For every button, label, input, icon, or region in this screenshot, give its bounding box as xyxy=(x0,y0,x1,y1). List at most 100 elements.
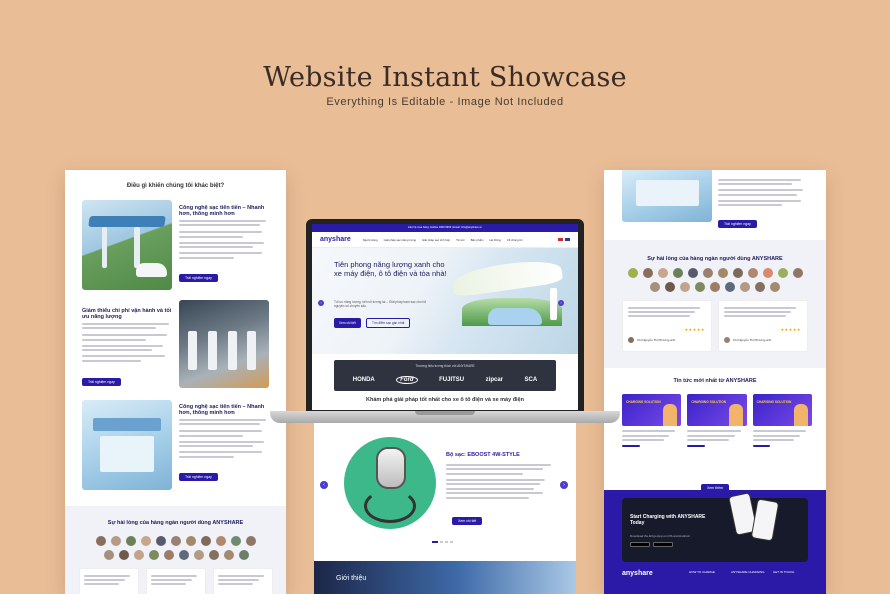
avatar xyxy=(171,536,181,546)
avatar xyxy=(103,550,114,560)
avatar-grid xyxy=(89,536,263,560)
nav-item[interactable]: Giải pháp sạc tích hợp xyxy=(422,238,450,242)
avatar xyxy=(747,268,758,278)
carousel-dot[interactable] xyxy=(432,541,438,543)
laptop-screen: Liên hệ mua hàng: Hotline 1800 6999 | Em… xyxy=(312,224,578,410)
hero-prev-arrow[interactable]: ‹ xyxy=(318,300,324,306)
reviewer-name: Chị Nguyễn Thị Phương anh xyxy=(637,338,676,342)
next-arrow[interactable]: › xyxy=(560,481,568,489)
avatar xyxy=(186,536,196,546)
avatar xyxy=(657,268,668,278)
avatar xyxy=(96,536,106,546)
site-logo[interactable]: anyshare xyxy=(320,236,351,243)
feature2-button[interactable]: Trải nghiệm ngay xyxy=(82,377,121,386)
carousel-dot[interactable] xyxy=(440,541,443,543)
nav-item[interactable]: Người dùng xyxy=(363,238,378,242)
avatar xyxy=(717,268,728,278)
right-page-preview: Trải nghiệm ngay Sự hài lòng của hàng ng… xyxy=(604,170,826,594)
avatar xyxy=(208,550,219,560)
product-button[interactable]: Xem chi tiết xyxy=(452,517,483,525)
feature2-title: Giảm thiểu chi phí vận hành và tối ưu nă… xyxy=(82,308,172,320)
partner-logo: HONDA xyxy=(352,377,375,383)
carousel-dots xyxy=(432,541,453,543)
avatar xyxy=(665,282,675,292)
nav-item[interactable]: Giải pháp sạc năng lượng xyxy=(384,238,416,242)
avatar xyxy=(111,536,121,546)
partner-logo: FUJITSU xyxy=(439,377,465,383)
feature1-button[interactable]: Trải nghiệm ngay xyxy=(179,273,218,282)
left-reviews-heading: Sự hài lòng của hàng ngàn người dùng ANY… xyxy=(107,520,244,526)
carousel-dot[interactable] xyxy=(445,541,448,543)
avatar xyxy=(710,282,720,292)
news-image: CHARGING SOLUTION xyxy=(687,394,747,426)
avatar-grid xyxy=(624,268,806,292)
charger-image xyxy=(376,447,406,489)
news-image: CHARGING SOLUTION xyxy=(622,394,682,426)
app-banner: Start Charging with ANYSHARE Today Downl… xyxy=(622,492,808,562)
news-card-label: CHARGING SOLUTION xyxy=(691,400,727,404)
top-announcement-bar: Liên hệ mua hàng: Hotline 1800 6999 | Em… xyxy=(312,224,578,232)
partners-strip: Thương hiệu tương thích với ANYSHARE HON… xyxy=(334,360,556,391)
google-play-badge[interactable] xyxy=(653,542,673,547)
avatar xyxy=(702,268,713,278)
avatar xyxy=(650,282,660,292)
solar-station-image xyxy=(82,400,172,490)
avatar xyxy=(755,282,765,292)
app-store-badge[interactable] xyxy=(630,542,650,547)
prev-arrow[interactable]: ‹ xyxy=(320,481,328,489)
avatar xyxy=(672,268,683,278)
news-card[interactable]: CHARGING SOLUTION xyxy=(622,394,682,447)
nav-item[interactable]: Về chúng tôi xyxy=(507,238,523,242)
showcase-subtitle: Everything Is Editable - Image Not Inclu… xyxy=(326,96,564,108)
right-reviews-heading: Sự hài lòng của hàng ngàn người dùng ANY… xyxy=(647,256,783,262)
left-heading: Điều gì khiến chúng tôi khác biệt? xyxy=(126,183,225,189)
center-page-continuation: ‹ › Bộ sạc: EBOOST 4W-STYLE Xem chi tiết… xyxy=(314,423,576,594)
avatar xyxy=(118,550,129,560)
hero-next-arrow[interactable]: › xyxy=(558,300,564,306)
avatar xyxy=(680,282,690,292)
avatar xyxy=(126,536,136,546)
carousel-dot[interactable] xyxy=(450,541,453,543)
reviewer-name: Chị Nguyễn Thị Phương anh xyxy=(733,338,772,342)
news-card[interactable]: CHARGING SOLUTION xyxy=(752,394,812,447)
hero-title: Tiên phong năng lượng xanh cho xe máy đi… xyxy=(334,260,447,279)
product-description xyxy=(446,461,556,499)
partner-logo: zipcar xyxy=(485,377,503,383)
app-title: Start Charging with ANYSHARE Today xyxy=(630,514,706,526)
app-text: Download the EVgo App on iOS and Android xyxy=(630,534,690,538)
avatar xyxy=(695,282,705,292)
feature2-block: Giảm thiểu chi phí vận hành và tối ưu nă… xyxy=(82,308,174,388)
flag-uk-icon[interactable] xyxy=(565,238,570,241)
station-image-top xyxy=(622,170,712,222)
avatar xyxy=(792,268,803,278)
left-reviews-section: Sự hài lòng của hàng ngàn người dùng ANY… xyxy=(65,506,286,594)
hero-primary-button[interactable]: Xem chi tiết xyxy=(334,318,361,328)
footer-logo: anyshare xyxy=(622,570,653,577)
avatar xyxy=(216,536,226,546)
ev-station-image xyxy=(82,200,172,290)
feature3-button[interactable]: Trải nghiệm ngay xyxy=(179,472,218,481)
hero-text: Tối ưu năng lượng, kết nối tương lai – G… xyxy=(334,300,427,308)
avatar xyxy=(762,268,773,278)
avatar xyxy=(231,536,241,546)
nav-item[interactable]: Hệ thống xyxy=(489,238,500,242)
reviewer-avatar xyxy=(628,337,634,343)
avatar xyxy=(642,268,653,278)
phone-mockup xyxy=(750,498,780,542)
partners-label: Thương hiệu tương thích với ANYSHARE xyxy=(415,364,475,368)
rating-stars: ★★★★★ xyxy=(780,327,801,332)
news-card[interactable]: CHARGING SOLUTION xyxy=(687,394,747,447)
nav-item[interactable]: Bản phẩm xyxy=(471,238,484,242)
avatar xyxy=(687,268,698,278)
news-image: CHARGING SOLUTION xyxy=(752,394,812,426)
nav-item[interactable]: Tin tức xyxy=(456,238,465,242)
flag-vn-icon[interactable] xyxy=(558,238,563,241)
intro-banner: Giới thiệu xyxy=(314,561,576,594)
right-feature-text: Trải nghiệm ngay xyxy=(718,176,810,230)
station-canopy xyxy=(450,256,564,298)
right-feature-button[interactable]: Trải nghiệm ngay xyxy=(718,220,757,228)
review-card: ★★★★★ Chị Nguyễn Thị Phương anh xyxy=(718,300,808,352)
avatar xyxy=(725,282,735,292)
hero-secondary-button[interactable]: Tìm điểm sạc gần nhất xyxy=(366,318,411,328)
feature3-block: Công nghệ sạc tiên tiến – Nhanh hơn, thô… xyxy=(179,404,271,483)
